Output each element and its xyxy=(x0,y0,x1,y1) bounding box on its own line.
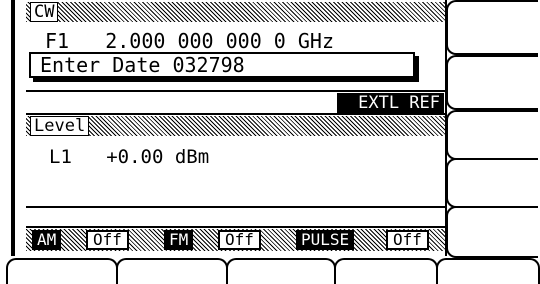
extl-ref-badge: EXTL REF xyxy=(337,93,444,113)
modulation-status-bar: AM Off FM Off PULSE Off xyxy=(26,229,445,251)
softkey-right-1[interactable] xyxy=(446,0,538,55)
softkey-right-5[interactable] xyxy=(446,206,538,258)
softkey-right-3[interactable] xyxy=(446,110,538,160)
softkey-bottom-3[interactable] xyxy=(226,258,336,284)
softkey-right-2[interactable] xyxy=(446,55,538,110)
softkey-right-4[interactable] xyxy=(446,158,538,208)
am-label: AM xyxy=(32,230,62,250)
fm-state: Off xyxy=(218,230,261,250)
softkey-bottom-2[interactable] xyxy=(116,258,228,284)
level-section-header: Level xyxy=(26,116,445,136)
softkey-bottom-4[interactable] xyxy=(334,258,438,284)
softkey-bottom-5[interactable] xyxy=(436,258,540,284)
cw-section-label: CW xyxy=(30,2,59,22)
pulse-state: Off xyxy=(386,230,429,250)
bottom-divider xyxy=(26,206,445,208)
cw-section-header: CW xyxy=(26,2,445,22)
bottom-divider-2 xyxy=(26,226,445,228)
date-entry-field[interactable]: Enter Date 032798 xyxy=(29,52,415,78)
section-divider xyxy=(26,113,445,115)
frequency-readout: F1 2.000 000 000 0 GHz xyxy=(45,30,334,52)
pulse-label: PULSE xyxy=(296,230,355,250)
am-state: Off xyxy=(86,230,129,250)
softkey-bottom-1[interactable] xyxy=(6,258,118,284)
level-readout: L1 +0.00 dBm xyxy=(49,146,210,168)
status-divider xyxy=(26,90,445,92)
level-section-label: Level xyxy=(30,116,90,136)
fm-label: FM xyxy=(164,230,194,250)
